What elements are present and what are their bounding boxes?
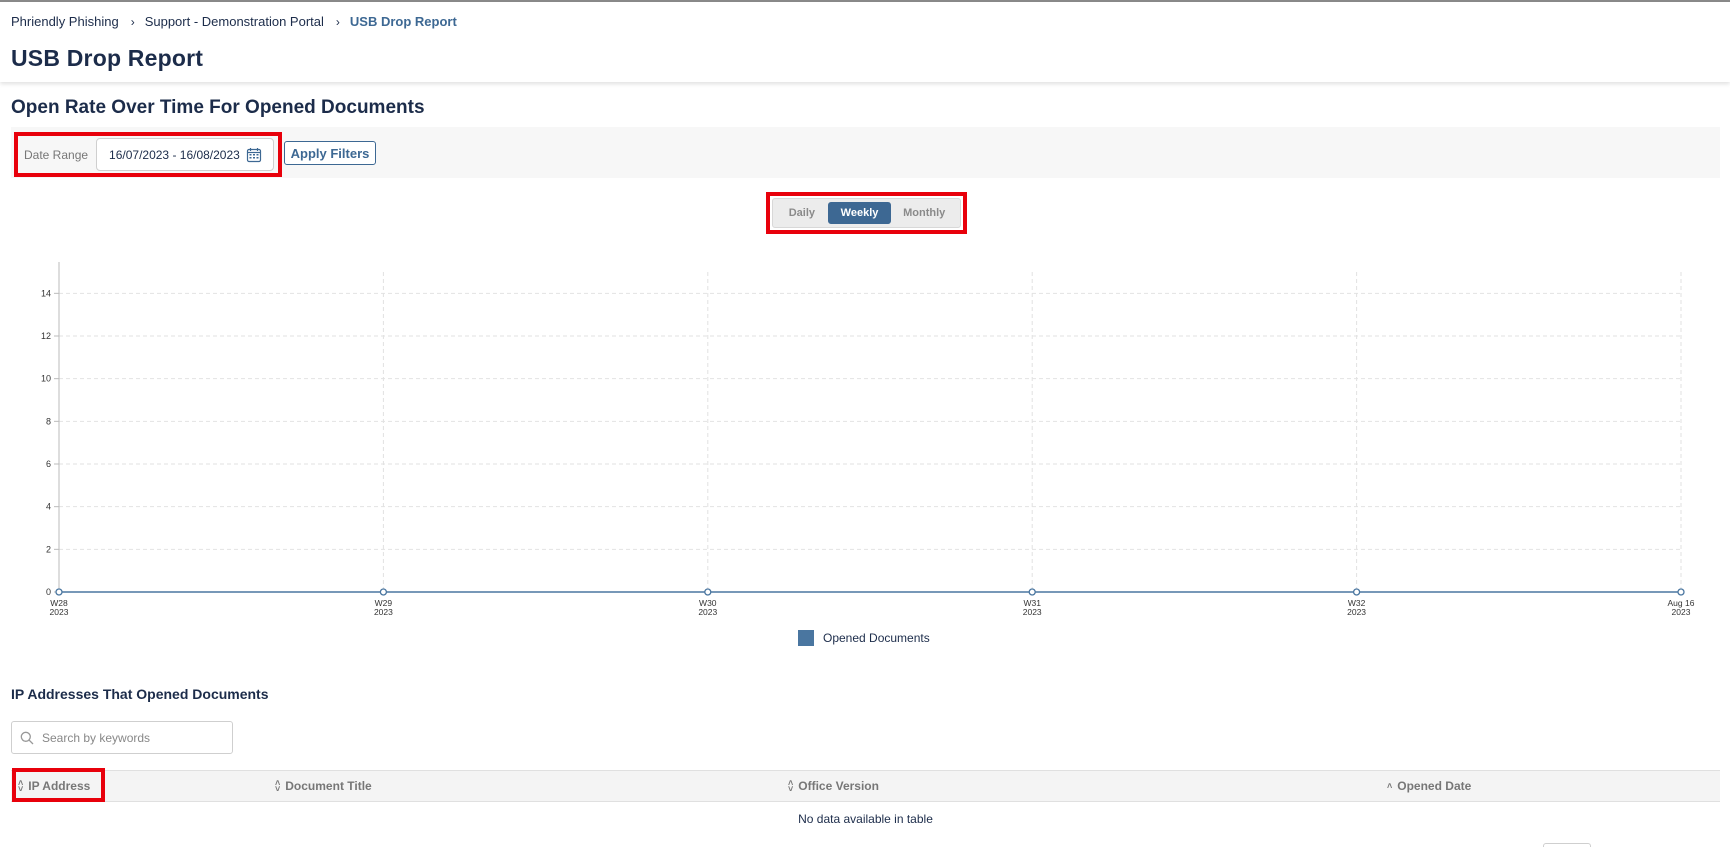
breadcrumb: Phriendly Phishing › Support - Demonstra… bbox=[11, 14, 457, 29]
period-toggle-highlight: Daily Weekly Monthly bbox=[766, 192, 967, 234]
date-range-filter: Date Range 16/07/2023 - 16/08/2023 bbox=[14, 132, 282, 177]
chevron-right-icon: › bbox=[130, 14, 135, 29]
search-icon bbox=[20, 731, 34, 744]
data-point bbox=[379, 588, 388, 596]
chart-grid bbox=[58, 272, 1682, 592]
x-tick-label: 2023 bbox=[50, 607, 69, 617]
y-tick-label: 12 bbox=[41, 331, 51, 341]
x-tick-label: 2023 bbox=[1672, 607, 1691, 617]
y-tick-label: 10 bbox=[41, 374, 51, 384]
ip-address-header-highlight bbox=[12, 768, 105, 802]
toggle-weekly[interactable]: Weekly bbox=[827, 202, 892, 224]
y-tick-label: 2 bbox=[46, 544, 51, 554]
data-point bbox=[1028, 588, 1036, 596]
y-tick-label: 4 bbox=[46, 502, 51, 512]
chart-axes bbox=[58, 262, 1681, 593]
chart-series bbox=[55, 588, 1685, 596]
sort-ascending-icon: ˄ bbox=[1387, 781, 1393, 791]
chart-legend[interactable]: Opened Documents bbox=[798, 630, 930, 646]
legend-label: Opened Documents bbox=[823, 631, 930, 645]
calendar-icon[interactable] bbox=[246, 147, 262, 163]
x-tick-label: 2023 bbox=[1347, 607, 1366, 617]
chart-section-title: Open Rate Over Time For Opened Documents bbox=[11, 97, 425, 118]
search-field[interactable] bbox=[11, 721, 233, 754]
page-title: USB Drop Report bbox=[11, 45, 204, 71]
x-axis-ticks: W282023W292023W302023W312023W322023Aug 1… bbox=[50, 598, 1695, 617]
date-range-input[interactable]: 16/07/2023 - 16/08/2023 bbox=[96, 138, 275, 171]
table-section-title: IP Addresses That Opened Documents bbox=[11, 686, 269, 702]
y-tick-label: 8 bbox=[46, 416, 51, 426]
data-point bbox=[704, 588, 712, 596]
column-header-document-title[interactable]: ˄ ˅ Document Title bbox=[275, 771, 372, 801]
legend-swatch bbox=[798, 630, 814, 646]
y-tick-label: 6 bbox=[46, 459, 51, 469]
period-toggle: Daily Weekly Monthly bbox=[772, 198, 961, 228]
x-tick-label: 2023 bbox=[1023, 607, 1042, 617]
page-header: Phriendly Phishing › Support - Demonstra… bbox=[0, 2, 1730, 82]
y-tick-label: 0 bbox=[46, 587, 51, 597]
date-range-value: 16/07/2023 - 16/08/2023 bbox=[109, 147, 240, 162]
table-empty-message: No data available in table bbox=[798, 812, 933, 826]
chevron-right-icon: › bbox=[335, 14, 340, 29]
breadcrumb-item-current: USB Drop Report bbox=[349, 14, 457, 29]
column-header-opened-date[interactable]: ˄ Opened Date bbox=[1387, 771, 1471, 801]
y-tick-label: 14 bbox=[41, 288, 51, 298]
sort-icon: ˄ ˅ bbox=[788, 778, 794, 794]
table-header: ˄ ˅ IP Address ˄ ˅ Document Title ˄ ˅ Offic… bbox=[11, 770, 1720, 802]
data-point bbox=[1352, 588, 1361, 596]
x-tick-label: 2023 bbox=[698, 607, 717, 617]
breadcrumb-item-portal[interactable]: Support - Demonstration Portal bbox=[145, 14, 324, 29]
column-header-office-version[interactable]: ˄ ˅ Office Version bbox=[788, 771, 879, 801]
toggle-daily[interactable]: Daily bbox=[776, 202, 828, 224]
search-input[interactable] bbox=[42, 730, 222, 745]
sort-icon: ˄ ˅ bbox=[275, 778, 281, 794]
data-point bbox=[1677, 588, 1685, 596]
data-point bbox=[55, 588, 63, 596]
pagination-control[interactable] bbox=[1543, 843, 1591, 847]
apply-filters-button[interactable]: Apply Filters bbox=[284, 141, 376, 165]
breadcrumb-item-home[interactable]: Phriendly Phishing bbox=[11, 14, 119, 29]
date-range-label: Date Range bbox=[24, 147, 89, 162]
toggle-monthly[interactable]: Monthly bbox=[891, 202, 957, 224]
x-tick-label: 2023 bbox=[374, 607, 393, 617]
y-axis-ticks: 0 2 4 6 8 10 12 14 bbox=[41, 288, 59, 597]
open-rate-chart: 0 2 4 6 8 10 12 14 W282023W292023W302023W312023… bbox=[41, 262, 1695, 617]
